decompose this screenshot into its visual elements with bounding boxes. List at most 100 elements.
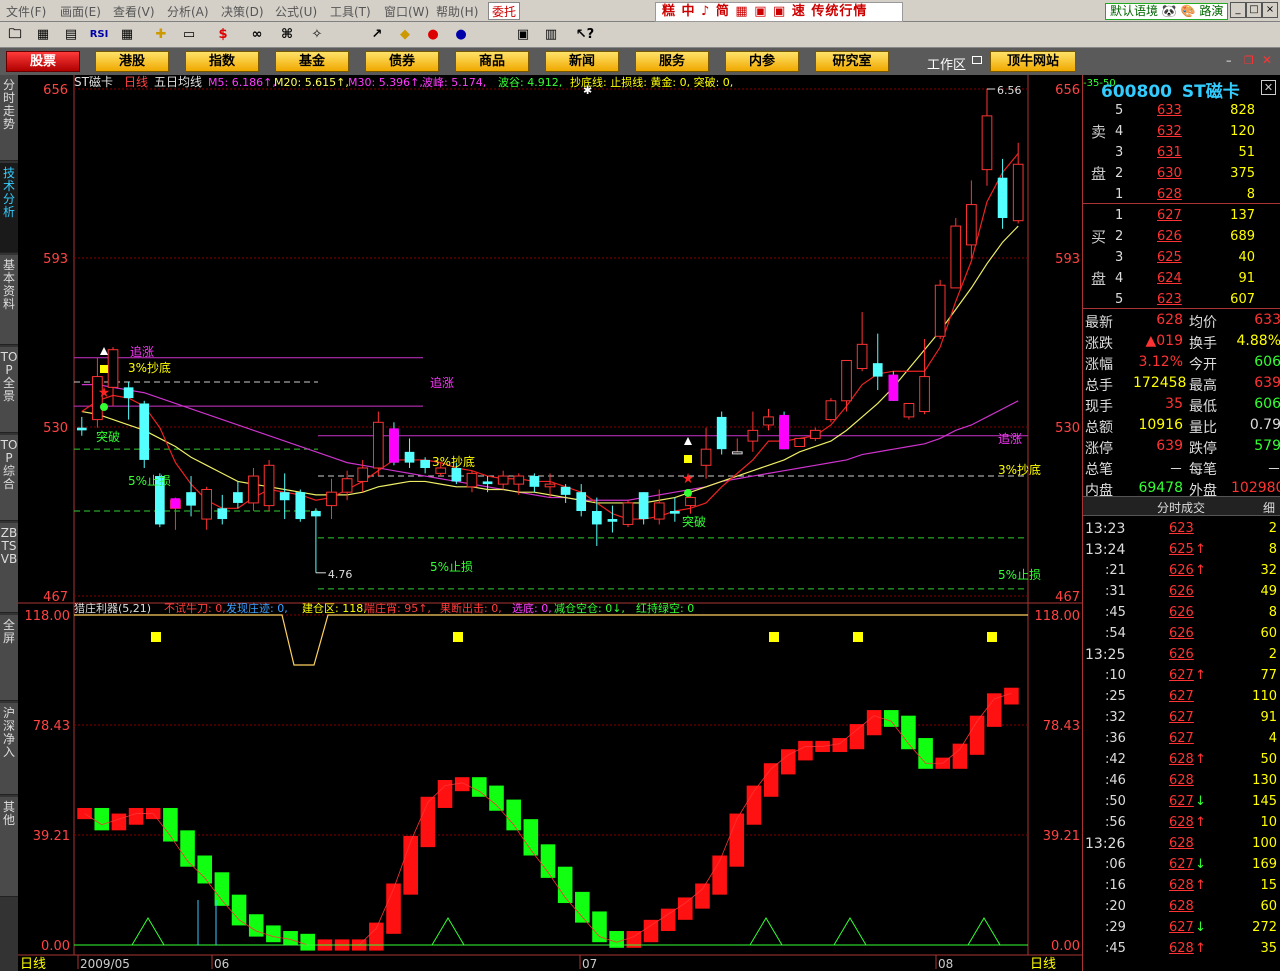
nav-bonds[interactable]: 债券 [365,51,439,72]
tick-row[interactable]: :45 626 8 [1083,602,1280,623]
tick-row[interactable]: :16 628 ↑ 15 [1083,875,1280,896]
blue-circle-icon[interactable]: ● [450,25,472,45]
menu-help[interactable]: 帮助(H) [436,3,478,20]
nav-funds[interactable]: 基金 [275,51,349,72]
ask-row-3[interactable]: 2 630 375 [1083,163,1280,184]
order-volume: 51 [1238,145,1255,160]
glasses-icon[interactable]: ∞ [246,25,268,45]
menu-screen[interactable]: 画面(E) [60,3,101,20]
panel-close-icon[interactable]: ✕ [1262,53,1276,67]
crosshair-icon[interactable]: ✚ [150,25,172,45]
tick-row[interactable]: :42 628 ↑ 50 [1083,749,1280,770]
ask-row-4[interactable]: 1 628 8 [1083,184,1280,205]
side-tab-4[interactable]: TOP综合 [0,435,18,521]
nav-website[interactable]: 顶牛网站 [990,51,1076,72]
alarm-icon[interactable]: ✧ [306,25,328,45]
nav-stocks[interactable]: 股票 [6,51,80,72]
candle [139,400,150,468]
stat-row: 涨幅 3.12% 今开 606 [1083,352,1280,373]
minimize-button[interactable]: _ [1230,2,1246,18]
tick-row[interactable]: 13:24 625 ↑ 8 [1083,539,1280,560]
menu-file[interactable]: 文件(F) [6,3,46,20]
panel-restore-icon[interactable]: ❐ [1244,54,1258,68]
menu-formula[interactable]: 公式(U) [275,3,317,20]
side-tab-6[interactable]: 全屏 [0,615,18,701]
tick-row[interactable]: :46 628 130 [1083,770,1280,791]
tick-row[interactable]: :45 628 ↑ 35 [1083,938,1280,959]
diamond-icon[interactable]: ◆ [394,25,416,45]
chart-icon[interactable]: ▦ [32,25,54,45]
tick-row[interactable]: :54 626 60 [1083,623,1280,644]
bid-row-0[interactable]: 1 627 137 [1083,205,1280,226]
indicator-icon[interactable]: ▤ [60,25,82,45]
tick-row[interactable]: 13:25 626 2 [1083,644,1280,665]
binoculars-icon[interactable]: ⌘ [276,25,298,45]
close-quote-icon[interactable]: ✕ [1261,80,1276,95]
ask-row-1[interactable]: 4 632 120 [1083,121,1280,142]
help-cursor-icon[interactable]: ↖? [574,25,596,45]
ruler-icon[interactable]: ▭ [178,25,200,45]
tick-row[interactable]: :50 627 ↓ 145 [1083,791,1280,812]
tick-detail-button[interactable]: 细 [1263,499,1275,516]
ask-row-0[interactable]: 5 633 828 [1083,100,1280,121]
signal-icon[interactable]: ↗ [366,25,388,45]
open-folder-icon[interactable]: 🗀 [4,25,26,45]
tick-row[interactable]: :06 627 ↓ 169 [1083,854,1280,875]
menu-tools[interactable]: 工具(T) [330,3,371,20]
menu-decision[interactable]: 决策(D) [221,3,264,20]
star-marker: ✱ [583,84,592,97]
restore-button[interactable]: □ [1246,2,1262,18]
nav-commodities[interactable]: 商品 [455,51,529,72]
panel-minimize-icon[interactable]: – [1226,54,1240,68]
mail-icon[interactable] [972,56,982,64]
close-button[interactable]: × [1262,2,1278,18]
menu-view[interactable]: 查看(V) [113,3,155,20]
bid-row-3[interactable]: 4 624 91 [1083,268,1280,289]
nav-research[interactable]: 研究室 [815,51,889,72]
tick-row[interactable]: :20 628 60 [1083,896,1280,917]
books-icon[interactable]: ▥ [540,25,562,45]
nav-insider[interactable]: 内参 [725,51,799,72]
nav-news[interactable]: 新闻 [545,51,619,72]
tick-row[interactable]: :25 627 110 [1083,686,1280,707]
bid-row-4[interactable]: 5 623 607 [1083,289,1280,310]
sub-y-tick-left: 39.21 [33,829,70,844]
tick-row[interactable]: :29 627 ↓ 272 [1083,917,1280,938]
bid-row-2[interactable]: 3 625 40 [1083,247,1280,268]
menu-analysis[interactable]: 分析(A) [167,3,209,20]
sub-bar [729,813,745,867]
stock-name: ST磁卡 [1181,82,1240,102]
side-tab-1[interactable]: 技术分析 [0,163,18,253]
bid-row-1[interactable]: 2 626 689 [1083,226,1280,247]
tick-row[interactable]: 13:26 628 100 [1083,833,1280,854]
menu-window[interactable]: 窗口(W) [384,3,429,20]
tick-price: 625 [1169,542,1194,557]
sub-y-tick-right: 78.43 [1043,719,1080,734]
ask-row-2[interactable]: 3 631 51 [1083,142,1280,163]
side-tab-8[interactable]: 其他 [0,797,18,897]
tick-row[interactable]: :31 626 49 [1083,581,1280,602]
chart-area[interactable]: 656 656593 593530 530467 467ST磁卡 日线 五日均线 M5: 6.… [18,75,1082,971]
entrust-button[interactable]: 委托 [488,2,521,20]
workspace-label[interactable]: 工作区 [927,54,966,73]
tick-row[interactable]: :21 626 ↑ 32 [1083,560,1280,581]
side-tab-0[interactable]: 分时走势 [0,75,18,161]
tick-row[interactable]: :36 627 4 [1083,728,1280,749]
red-circle-icon[interactable]: ● [422,25,444,45]
nav-services[interactable]: 服务 [635,51,709,72]
notepad-icon[interactable]: ▣ [512,25,534,45]
side-tab-7[interactable]: 沪深净入 [0,703,18,795]
tick-row[interactable]: :10 627 ↑ 77 [1083,665,1280,686]
language-selector[interactable]: 默认语境 🐼 🎨 路演 [1105,3,1228,20]
nav-hk-stocks[interactable]: 港股 [95,51,169,72]
dollar-icon[interactable]: $ [212,25,234,45]
side-tab-3[interactable]: TOP全景 [0,347,18,433]
table-icon[interactable]: ▦ [116,25,138,45]
nav-index[interactable]: 指数 [185,51,259,72]
side-tab-5[interactable]: ZBTSVB [0,523,18,613]
side-tab-2[interactable]: 基本资料 [0,255,18,345]
tick-row[interactable]: :56 628 ↑ 10 [1083,812,1280,833]
tick-row[interactable]: :32 627 91 [1083,707,1280,728]
tick-row[interactable]: 13:23 623 2 [1083,518,1280,539]
rsi-icon[interactable]: RSI [88,25,110,45]
